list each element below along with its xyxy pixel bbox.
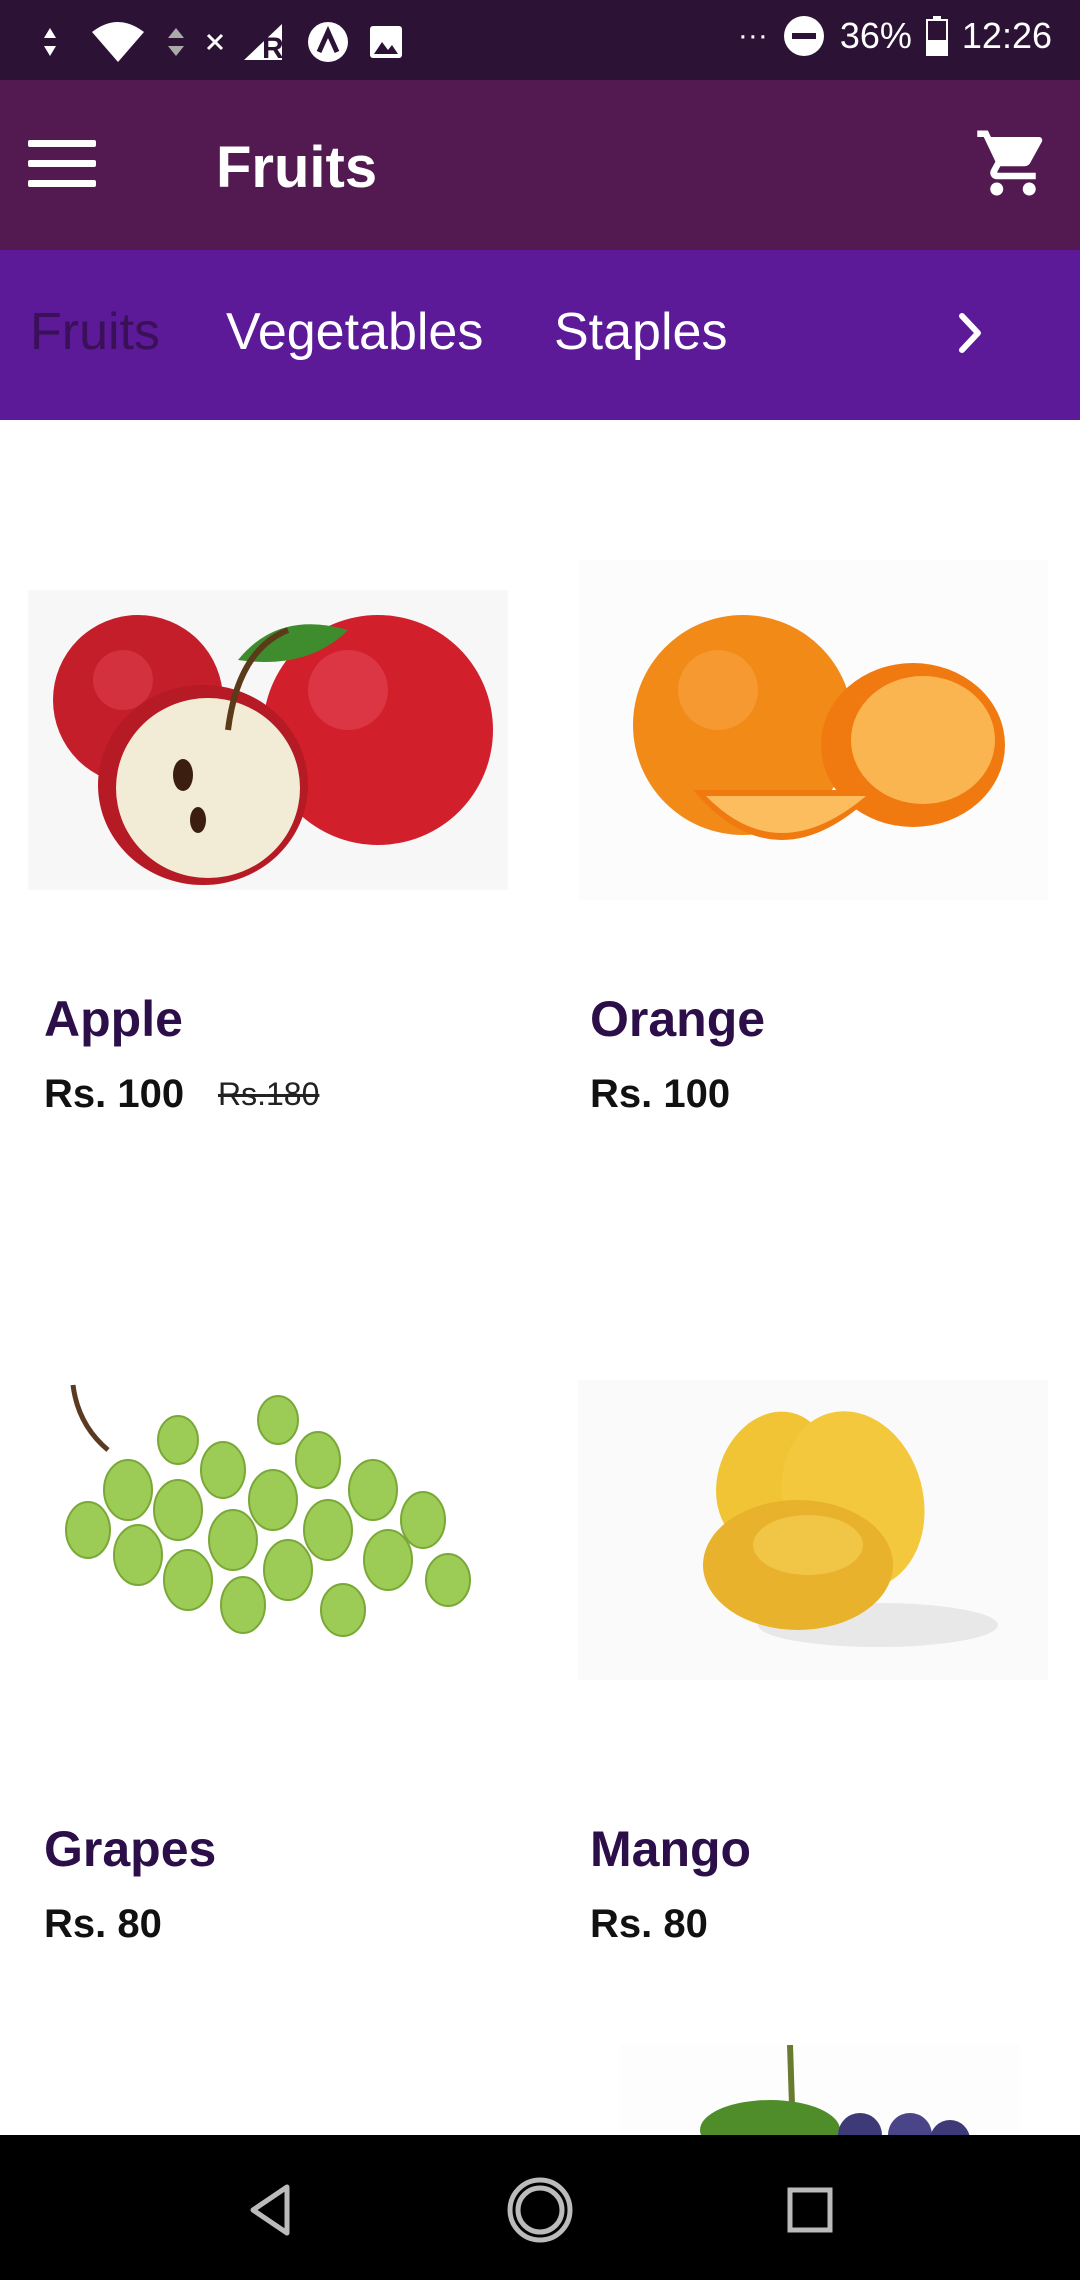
do-not-disturb-icon — [783, 16, 824, 56]
app-notification-icon — [308, 22, 348, 62]
product-name: Mango — [590, 1821, 752, 1877]
product-card-apple[interactable]: Apple Rs. 100 Rs.180 — [28, 590, 548, 1150]
recents-icon[interactable] — [775, 2175, 845, 2245]
apple-image — [28, 590, 508, 890]
grapes-image — [28, 1380, 508, 1660]
status-icons-left: R — [42, 20, 404, 64]
chevron-right-icon[interactable] — [950, 308, 990, 358]
tab-vegetables[interactable]: Vegetables — [226, 302, 483, 362]
home-icon[interactable] — [505, 2175, 575, 2245]
status-bar: R ··· 36% 12:26 — [0, 0, 1080, 80]
no-connection-icon — [206, 33, 224, 51]
next-product-image — [620, 2045, 1020, 2135]
category-tab-bar: Fruits Vegetables Staples — [0, 250, 1080, 420]
overflow-dots: ··· — [737, 19, 768, 52]
product-card-mango[interactable]: Mango Rs. 80 — [578, 1380, 1080, 1960]
system-navigation-bar — [0, 2135, 1080, 2280]
clock: 12:26 — [961, 15, 1052, 56]
wifi-icon — [92, 22, 144, 62]
orange-image — [578, 560, 1048, 900]
svg-text:R: R — [262, 32, 284, 62]
mango-image — [578, 1380, 1048, 1680]
app-bar: Fruits — [0, 80, 1080, 250]
image-notification-icon — [370, 26, 402, 58]
product-card-grapes[interactable]: Grapes Rs. 80 — [28, 1380, 548, 1960]
product-name: Grapes — [44, 1821, 217, 1877]
product-grid: Apple Rs. 100 Rs.180 Orange Rs. 100 Grap… — [0, 420, 1080, 2135]
product-price: Rs. 80 — [44, 1902, 162, 1946]
hamburger-menu-icon[interactable] — [28, 140, 98, 190]
signal-arrows-icon — [44, 28, 56, 56]
shopping-cart-icon[interactable] — [974, 124, 1052, 202]
data-arrows-icon — [168, 28, 184, 56]
roaming-signal-icon: R — [244, 24, 284, 62]
battery-percent: 36% — [839, 15, 912, 56]
page-title: Fruits — [216, 135, 378, 200]
battery-icon — [925, 16, 948, 56]
product-price: Rs. 80 — [590, 1902, 708, 1946]
product-old-price: Rs.180 — [218, 1076, 320, 1112]
status-icons-right: ··· 36% 12:26 — [738, 14, 1052, 58]
back-icon[interactable] — [235, 2175, 305, 2245]
product-name: Apple — [44, 991, 183, 1047]
product-price: Rs. 100 — [44, 1072, 185, 1116]
tab-fruits[interactable]: Fruits — [30, 302, 160, 362]
product-price: Rs. 100 — [590, 1072, 731, 1116]
tab-staples[interactable]: Staples — [554, 302, 727, 362]
product-name: Orange — [590, 991, 766, 1047]
product-card-orange[interactable]: Orange Rs. 100 — [578, 560, 1080, 1150]
